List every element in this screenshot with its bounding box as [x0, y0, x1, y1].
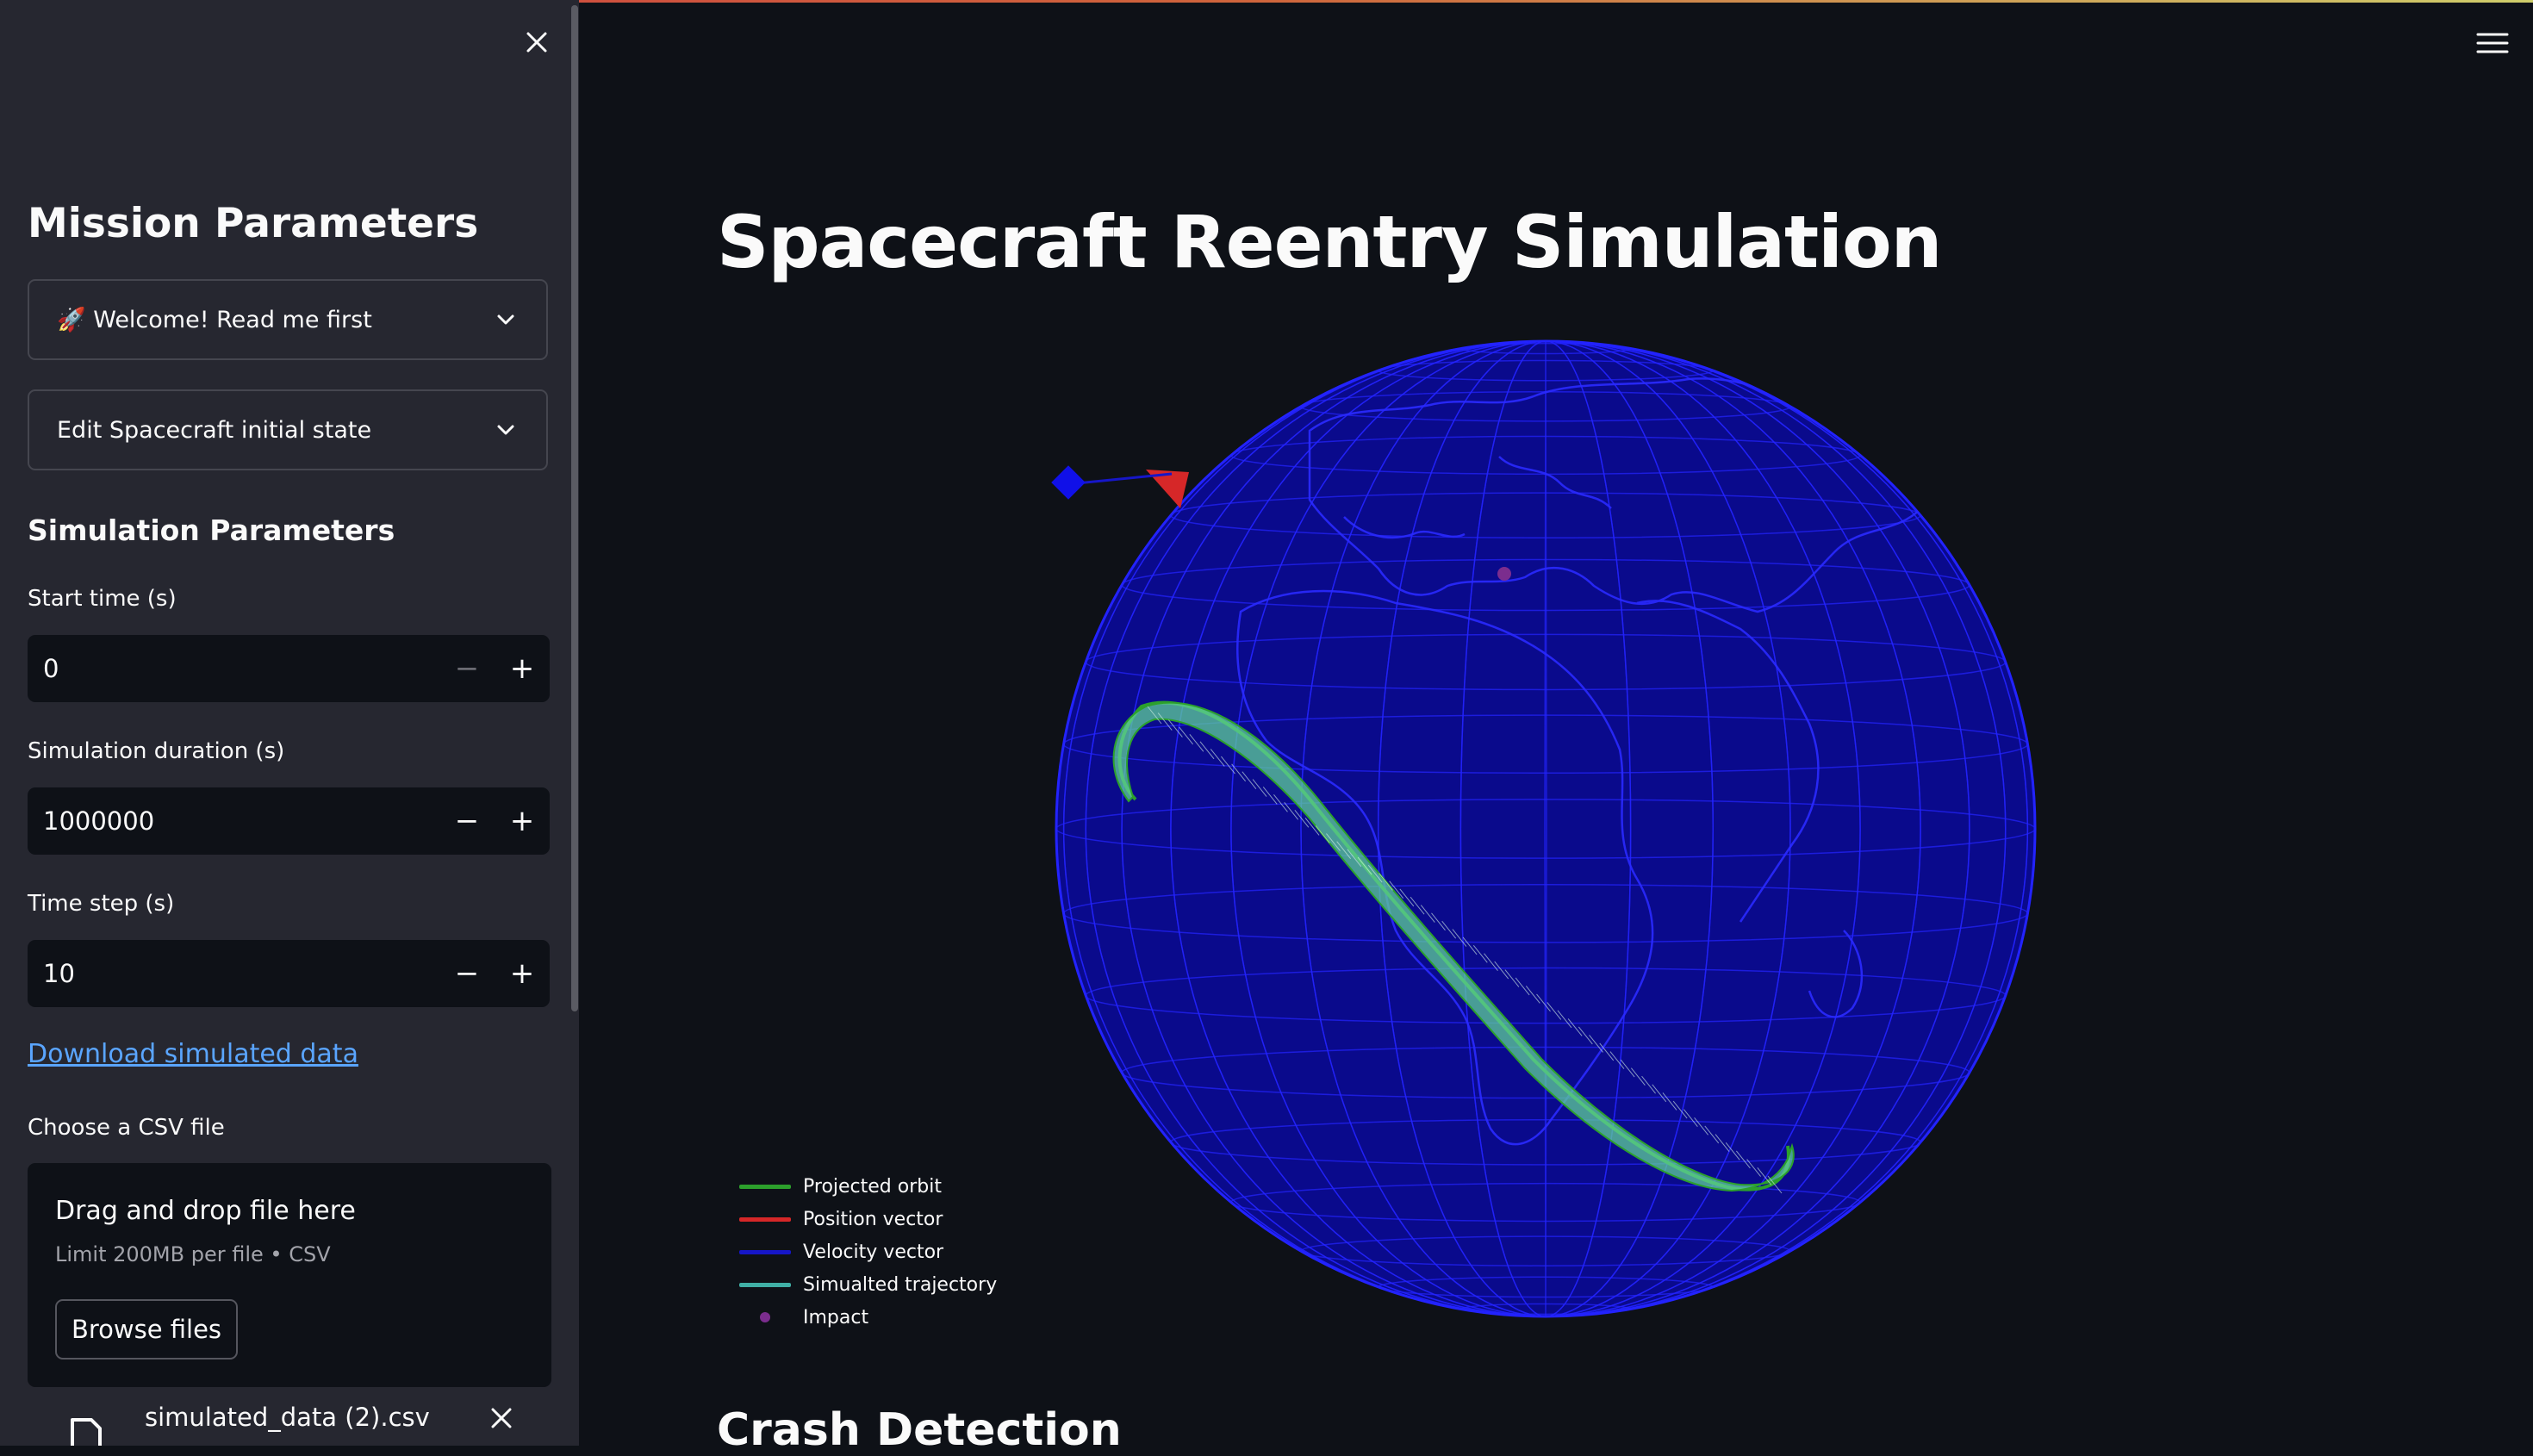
- expander-welcome[interactable]: 🚀 Welcome! Read me first: [28, 279, 548, 360]
- time-step-input[interactable]: 10 − +: [28, 940, 550, 1007]
- plot-legend: Projected orbit Position vector Velocity…: [739, 1170, 997, 1334]
- increment-button[interactable]: +: [495, 940, 550, 1007]
- dropzone-title: Drag and drop file here: [55, 1196, 356, 1226]
- legend-swatch: [739, 1184, 791, 1189]
- increment-button[interactable]: +: [495, 635, 550, 702]
- decrement-button[interactable]: −: [439, 940, 495, 1007]
- browse-files-button[interactable]: Browse files: [55, 1299, 238, 1360]
- velocity-vector-marker: [1051, 465, 1086, 500]
- legend-swatch: [739, 1216, 791, 1222]
- legend-swatch: [739, 1249, 791, 1254]
- uploaded-file-name: simulated_data (2).csv: [145, 1403, 430, 1432]
- decrement-button[interactable]: −: [439, 635, 495, 702]
- expander-label: Edit Spacecraft initial state: [57, 416, 372, 444]
- crash-detection-heading: Crash Detection: [717, 1404, 1122, 1456]
- uploaded-file-row: simulated_data (2).csv: [60, 1396, 526, 1446]
- start-time-value[interactable]: 0: [28, 654, 439, 683]
- start-time-input[interactable]: 0 − +: [28, 635, 550, 702]
- duration-input[interactable]: 1000000 − +: [28, 787, 550, 855]
- page-title: Spacecraft Reentry Simulation: [717, 200, 1942, 284]
- legend-item-position-vector[interactable]: Position vector: [739, 1203, 997, 1235]
- legend-label: Velocity vector: [803, 1241, 944, 1263]
- legend-label: Projected orbit: [803, 1175, 942, 1198]
- duration-label: Simulation duration (s): [28, 738, 285, 764]
- hamburger-menu-icon: [2476, 33, 2509, 53]
- time-step-value[interactable]: 10: [28, 959, 439, 988]
- legend-swatch: [739, 1282, 791, 1287]
- chevron-down-icon: [493, 307, 519, 333]
- legend-item-velocity-vector[interactable]: Velocity vector: [739, 1235, 997, 1268]
- close-icon: [526, 32, 547, 53]
- sidebar: Mission Parameters 🚀 Welcome! Read me fi…: [0, 0, 579, 1446]
- start-time-label: Start time (s): [28, 586, 177, 612]
- legend-item-simulated-trajectory[interactable]: Simualted trajectory: [739, 1268, 997, 1301]
- impact-marker: [1497, 567, 1511, 581]
- sidebar-title: Mission Parameters: [28, 200, 479, 247]
- expander-initial-state[interactable]: Edit Spacecraft initial state: [28, 389, 548, 470]
- file-dropzone[interactable]: Drag and drop file here Limit 200MB per …: [28, 1163, 551, 1387]
- dropzone-limit: Limit 200MB per file • CSV: [55, 1242, 331, 1266]
- legend-label: Simualted trajectory: [803, 1273, 998, 1296]
- plot-canvas[interactable]: [982, 327, 2102, 1344]
- simulation-parameters-heading: Simulation Parameters: [28, 513, 395, 547]
- sidebar-close-button[interactable]: [519, 24, 555, 60]
- expander-label: 🚀 Welcome! Read me first: [57, 307, 372, 333]
- main-menu-button[interactable]: [2473, 28, 2512, 59]
- download-simulated-data-link[interactable]: Download simulated data: [28, 1039, 358, 1069]
- decrement-button[interactable]: −: [439, 787, 495, 855]
- sidebar-scrollbar[interactable]: [571, 5, 578, 1011]
- legend-label: Position vector: [803, 1208, 943, 1230]
- legend-item-projected-orbit[interactable]: Projected orbit: [739, 1170, 997, 1203]
- increment-button[interactable]: +: [495, 787, 550, 855]
- remove-file-button[interactable]: [484, 1401, 519, 1435]
- time-step-label: Time step (s): [28, 891, 175, 917]
- trajectory-3d-plot[interactable]: [982, 327, 2102, 1344]
- legend-swatch: [739, 1312, 791, 1322]
- legend-label: Impact: [803, 1306, 869, 1328]
- legend-item-impact[interactable]: Impact: [739, 1301, 997, 1334]
- csv-file-label: Choose a CSV file: [28, 1115, 225, 1141]
- file-icon: [71, 1418, 102, 1446]
- duration-value[interactable]: 1000000: [28, 806, 439, 836]
- chevron-down-icon: [493, 417, 519, 443]
- close-icon: [491, 1408, 512, 1428]
